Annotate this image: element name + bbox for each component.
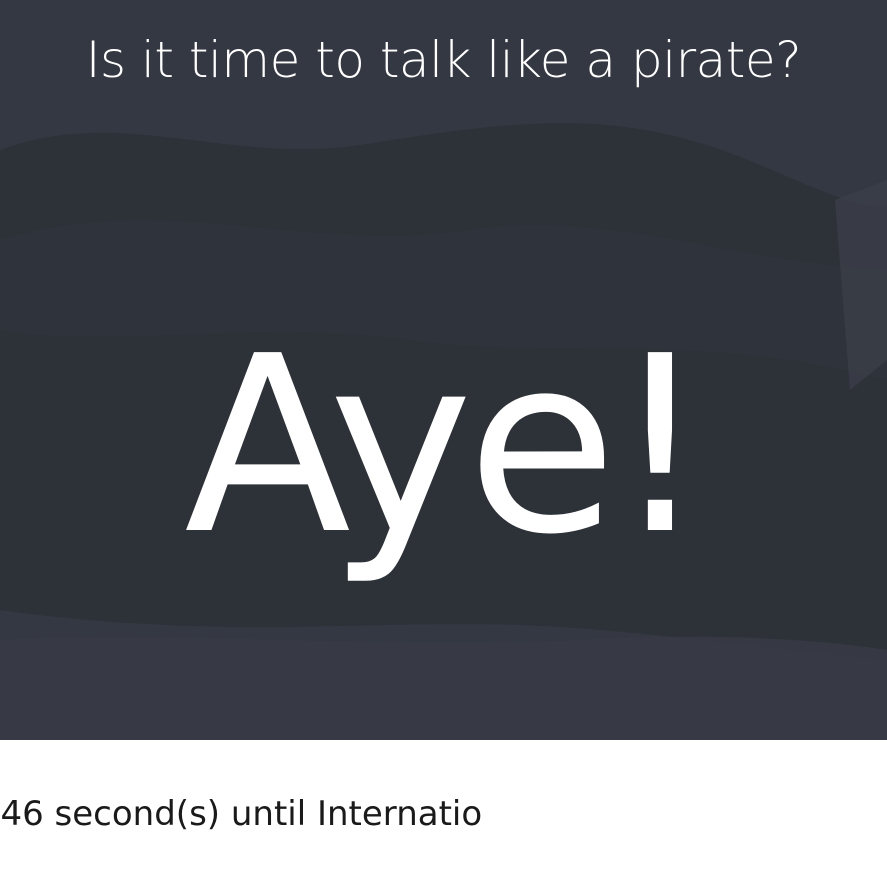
hero-section: Is it time to talk like a pirate? Aye! (0, 0, 887, 740)
countdown-text: (s), 41 minute(s), and 46 second(s) unti… (0, 794, 483, 834)
page: Is it time to talk like a pirate? Aye! (… (0, 0, 887, 887)
countdown-bar: (s), 41 minute(s), and 46 second(s) unti… (0, 740, 887, 887)
answer-text: Aye! (184, 304, 709, 588)
page-question: Is it time to talk like a pirate? (85, 31, 802, 89)
